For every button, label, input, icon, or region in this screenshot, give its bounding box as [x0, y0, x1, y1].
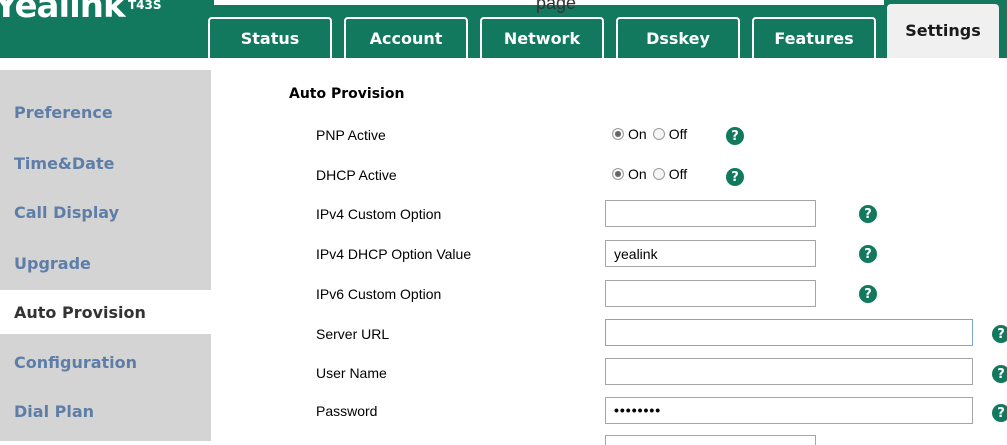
pnp-active-label: PNP Active: [316, 127, 386, 143]
model-label: T43S: [128, 0, 162, 12]
server-url-input[interactable]: [605, 319, 973, 346]
ipv4-dhcp-option-value-label: IPv4 DHCP Option Value: [316, 246, 472, 262]
brand-logo: Yealink: [0, 0, 126, 26]
tab-settings[interactable]: Settings: [887, 4, 999, 58]
sidebar-item-auto-provision[interactable]: Auto Provision: [0, 290, 226, 334]
radio-label-on: On: [628, 166, 647, 182]
tab-features[interactable]: Features: [752, 17, 876, 58]
sidebar-item-configuration[interactable]: Configuration: [14, 340, 137, 384]
help-icon[interactable]: ?: [726, 127, 744, 145]
server-url-label: Server URL: [316, 326, 390, 342]
password-input[interactable]: ••••••••: [605, 397, 973, 424]
help-icon[interactable]: ?: [992, 365, 1007, 383]
pnp-active-on-radio[interactable]: [612, 128, 624, 140]
tab-status[interactable]: Status: [208, 17, 332, 58]
pnp-active-off-radio[interactable]: [652, 128, 665, 140]
tab-network[interactable]: Network: [480, 17, 604, 58]
user-name-input[interactable]: [605, 358, 973, 385]
radio-label-off: Off: [668, 166, 688, 182]
user-name-label: User Name: [316, 365, 387, 381]
dhcp-active-on-radio[interactable]: [612, 168, 624, 180]
help-icon[interactable]: ?: [859, 245, 877, 263]
tab-dsskey[interactable]: Dsskey: [616, 17, 740, 58]
help-icon[interactable]: ?: [859, 205, 877, 223]
ipv4-dhcp-option-value-input[interactable]: [605, 240, 816, 267]
ipv4-custom-option-input[interactable]: [605, 200, 816, 227]
sidebar-item-upgrade[interactable]: Upgrade: [14, 241, 91, 285]
dhcp-active-off-radio[interactable]: [652, 168, 665, 180]
radio-label-off: Off: [668, 126, 688, 142]
sidebar-item-time-date[interactable]: Time&Date: [14, 141, 114, 185]
help-icon[interactable]: ?: [726, 168, 744, 186]
help-icon[interactable]: ?: [992, 325, 1007, 343]
sidebar-item-preference[interactable]: Preference: [14, 90, 113, 134]
ipv4-custom-option-label: IPv4 Custom Option: [316, 206, 442, 222]
dhcp-active-label: DHCP Active: [316, 167, 397, 183]
radio-label-on: On: [628, 126, 647, 142]
pnp-active-radio-group: On Off: [612, 126, 693, 142]
ipv6-custom-option-input[interactable]: [605, 280, 816, 307]
ipv6-custom-option-label: IPv6 Custom Option: [316, 286, 442, 302]
section-title: Auto Provision: [289, 86, 405, 102]
next-field-input[interactable]: [605, 435, 816, 445]
tab-account[interactable]: Account: [344, 17, 468, 58]
help-icon[interactable]: ?: [992, 404, 1007, 422]
top-text: page: [536, 0, 577, 13]
sidebar-item-dial-plan[interactable]: Dial Plan: [14, 389, 94, 433]
help-icon[interactable]: ?: [859, 285, 877, 303]
sidebar-item-call-display[interactable]: Call Display: [14, 190, 119, 234]
password-label: Password: [316, 403, 378, 419]
dhcp-active-radio-group: On Off: [612, 166, 693, 182]
